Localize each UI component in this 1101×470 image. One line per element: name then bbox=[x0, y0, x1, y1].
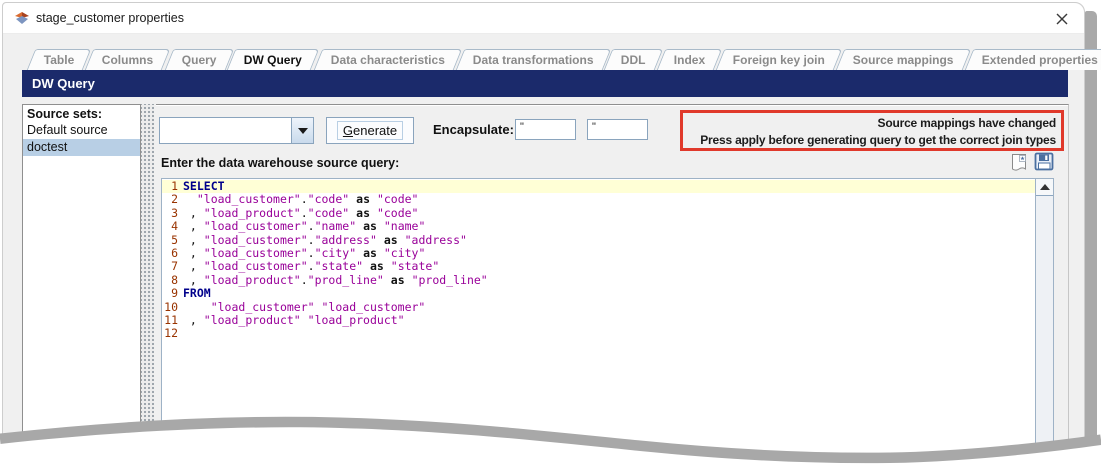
editor-line: 12 bbox=[162, 326, 1036, 341]
tab-index[interactable]: Index bbox=[656, 49, 723, 70]
chevron-up-icon bbox=[1039, 184, 1050, 190]
line-code: "load_customer" "load_customer" bbox=[210, 299, 426, 314]
line-code: , "load_customer"."name" as "name" bbox=[183, 219, 426, 234]
app-icon bbox=[15, 12, 29, 24]
tab-label: DDL bbox=[621, 53, 646, 67]
line-code: , "load_customer"."address" as "address" bbox=[183, 232, 467, 247]
line-code: , "load_product"."prod_line" as "prod_li… bbox=[183, 272, 488, 287]
tab-label: Index bbox=[673, 53, 706, 67]
tab-dw-query[interactable]: DW Query bbox=[227, 49, 320, 70]
line-number: 2 bbox=[171, 192, 178, 207]
tab-label: Columns bbox=[102, 53, 154, 67]
line-number: 7 bbox=[171, 259, 178, 274]
close-icon[interactable] bbox=[1054, 11, 1070, 27]
template-combobox[interactable] bbox=[159, 117, 314, 144]
tab-label: Query bbox=[181, 53, 217, 67]
editor-line: 9 FROM bbox=[162, 286, 1036, 301]
scrollbar-up-button[interactable] bbox=[1036, 179, 1053, 196]
line-number: 9 bbox=[171, 286, 178, 301]
tab-columns[interactable]: Columns bbox=[85, 49, 172, 70]
editor-lines: 1 SELECT 2 "load_customer"."code" as "code… bbox=[162, 179, 1036, 341]
source-sets-panel: Source sets: Default source doctest bbox=[22, 104, 141, 468]
tab-strip: Table Columns Query DW Query Data characteri… bbox=[26, 49, 1101, 70]
encapsulate-label: Encapsulate: bbox=[433, 122, 514, 137]
save-icon[interactable] bbox=[1034, 151, 1055, 172]
warning-line-1: Source mappings have changed bbox=[877, 116, 1057, 130]
tab-label: DW Query bbox=[244, 53, 303, 67]
line-code: , "load_product" "load_product" bbox=[183, 312, 405, 327]
line-number: 11 bbox=[164, 312, 178, 327]
editor-line: 1 SELECT bbox=[162, 179, 1036, 194]
editor-line: 10 "load_customer" "load_customer" bbox=[162, 299, 1036, 314]
window-drop-shadow bbox=[1085, 11, 1097, 443]
combobox-value bbox=[160, 118, 291, 143]
new-query-icon[interactable] bbox=[1010, 153, 1028, 173]
line-code: "load_customer"."code" as "code" bbox=[196, 192, 419, 207]
source-set-item-doctest[interactable]: doctest bbox=[23, 139, 140, 156]
editor-line: 3 , "load_product"."code" as "code" bbox=[162, 205, 1036, 220]
tab-extended-properties[interactable]: Extended properties bbox=[964, 49, 1101, 70]
generate-button[interactable]: Generate bbox=[326, 117, 414, 144]
encapsulate-close-field[interactable]: " bbox=[587, 119, 648, 140]
tab-foreign-key-join[interactable]: Foreign key join bbox=[716, 49, 843, 70]
line-number: 3 bbox=[171, 205, 178, 220]
editor-line: 6 , "load_customer"."city" as "city" bbox=[162, 245, 1036, 260]
source-sets-label: Source sets: bbox=[27, 107, 103, 121]
editor-line: 8 , "load_product"."prod_line" as "prod_… bbox=[162, 272, 1036, 287]
line-number: 8 bbox=[171, 272, 178, 287]
line-code: , "load_product"."code" as "code" bbox=[183, 205, 419, 220]
tab-label: Data characteristics bbox=[330, 53, 445, 67]
combobox-dropdown-button[interactable] bbox=[291, 118, 313, 143]
tab-label: Foreign key join bbox=[733, 53, 826, 67]
warning-line-2: Press apply before generating query to g… bbox=[700, 133, 1056, 147]
tab-label: Data transformations bbox=[472, 53, 594, 67]
section-header: DW Query bbox=[22, 70, 1068, 97]
editor-scrollbar[interactable] bbox=[1035, 179, 1053, 468]
line-number: 12 bbox=[164, 326, 178, 341]
line-code: , "load_customer"."state" as "state" bbox=[183, 259, 440, 274]
line-number: 6 bbox=[171, 245, 178, 260]
line-code: FROM bbox=[183, 286, 211, 301]
screenshot-root: stage_customer properties Table Columns Qu… bbox=[0, 0, 1101, 470]
tab-data-transformations[interactable]: Data transformations bbox=[455, 49, 611, 70]
source-set-item-default-source[interactable]: Default source bbox=[23, 122, 140, 139]
encapsulate-open-field[interactable]: " bbox=[515, 119, 576, 140]
generate-button-label: Generate bbox=[336, 121, 404, 140]
line-number: 10 bbox=[164, 299, 178, 314]
tab-label: Source mappings bbox=[853, 53, 954, 67]
editor-line: 5 , "load_customer"."address" as "addres… bbox=[162, 232, 1036, 247]
editor-line: 4 , "load_customer"."name" as "name" bbox=[162, 219, 1036, 234]
source-sets-list[interactable]: Default source doctest bbox=[23, 122, 140, 156]
line-code: , "load_customer"."city" as "city" bbox=[183, 245, 426, 260]
editor-label: Enter the data warehouse source query: bbox=[161, 156, 400, 170]
tab-label: Extended properties bbox=[981, 53, 1098, 67]
tab-label: Table bbox=[43, 53, 75, 67]
line-number: 1 bbox=[171, 179, 178, 193]
source-mappings-warning: Source mappings have changed Press apply… bbox=[680, 110, 1064, 151]
tab-ddl[interactable]: DDL bbox=[604, 49, 664, 70]
editor-line: 11 , "load_product" "load_product" bbox=[162, 312, 1036, 327]
line-code: SELECT bbox=[183, 179, 225, 193]
properties-dialog: stage_customer properties Table Columns Qu… bbox=[2, 2, 1101, 470]
editor-line: 7 , "load_customer"."state" as "state" bbox=[162, 259, 1036, 274]
section-header-title: DW Query bbox=[32, 76, 95, 91]
tab-data-characteristics[interactable]: Data characteristics bbox=[313, 49, 462, 70]
tab-source-mappings[interactable]: Source mappings bbox=[836, 49, 972, 70]
title-bar: stage_customer properties bbox=[3, 3, 1084, 34]
tab-table[interactable]: Table bbox=[26, 49, 92, 70]
splitter-handle[interactable] bbox=[141, 104, 154, 466]
window-title: stage_customer properties bbox=[36, 11, 184, 25]
tab-query[interactable]: Query bbox=[164, 49, 234, 70]
line-number: 4 bbox=[171, 219, 178, 234]
editor-line: 2 "load_customer"."code" as "code" bbox=[162, 192, 1036, 207]
line-number: 5 bbox=[171, 232, 178, 247]
chevron-down-icon bbox=[297, 127, 308, 134]
sql-editor[interactable]: 1 SELECT 2 "load_customer"."code" as "code… bbox=[161, 178, 1054, 469]
